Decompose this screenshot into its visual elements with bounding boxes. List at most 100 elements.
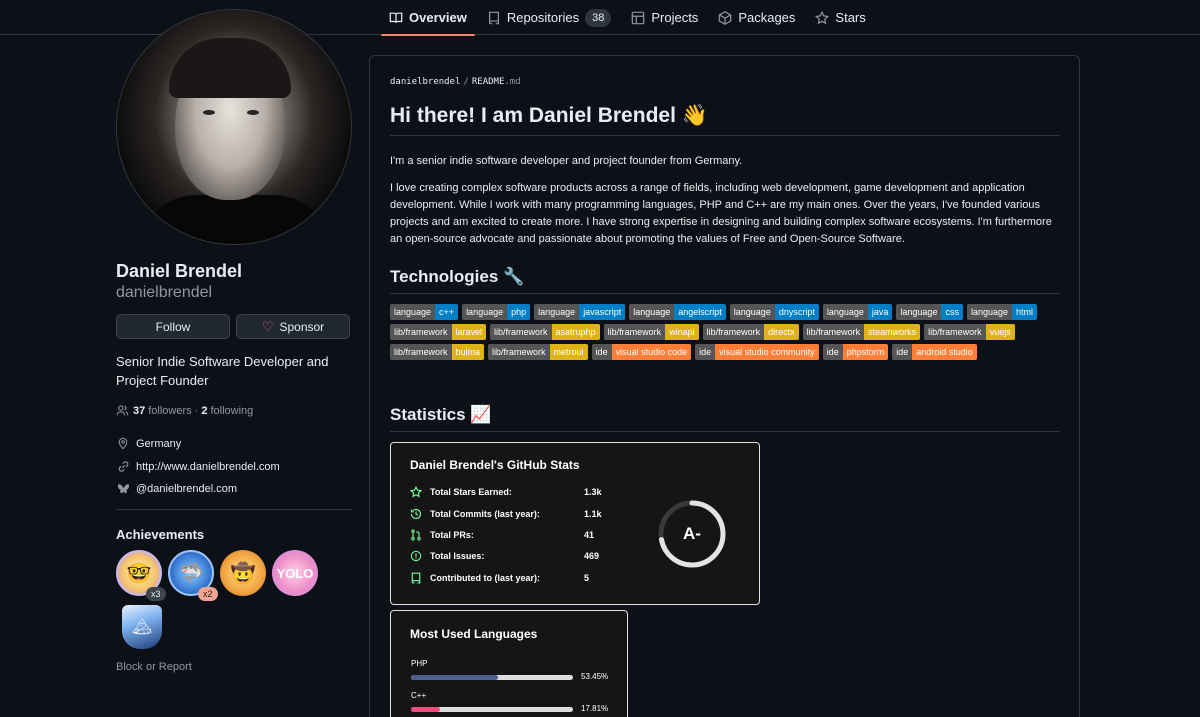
pull-shark-icon: 🤓 xyxy=(126,562,152,585)
stat-row-contributed: Contributed to (last year): 5 xyxy=(410,572,589,584)
breadcrumb-user[interactable]: danielbrendel xyxy=(390,77,460,87)
tech-badge-category: ide xyxy=(695,344,716,360)
statistics-heading: Statistics 📈 xyxy=(390,405,1060,432)
achievement-count: x3 xyxy=(146,587,166,601)
tech-badge-category: language xyxy=(966,304,1012,320)
tech-badge-value: asatruphp xyxy=(551,324,600,340)
tech-badge-value: php xyxy=(507,304,531,320)
tech-badge: lib/framework metroui xyxy=(488,344,588,360)
quickdraw-shark-icon: 🦈 xyxy=(178,562,204,585)
tech-badge-category: language xyxy=(896,304,942,320)
pull-request-icon xyxy=(410,529,424,541)
website-item: http://www.danielbrendel.com xyxy=(116,460,280,473)
table-icon xyxy=(631,11,645,25)
tech-badge-value: html xyxy=(1012,304,1038,320)
stat-row-stars: Total Stars Earned: 1.3k xyxy=(410,486,602,498)
tech-badge-category: ide xyxy=(892,344,913,360)
sponsor-button[interactable]: ♡ Sponsor xyxy=(236,314,350,339)
achievement-yolo[interactable]: YOLO xyxy=(272,550,318,596)
tab-packages-label: Packages xyxy=(738,10,796,25)
tech-badge-category: lib/framework xyxy=(390,344,452,360)
issue-icon xyxy=(410,550,424,562)
stat-value: 469 xyxy=(584,551,600,561)
tech-badge: lib/framework laravel xyxy=(390,324,487,340)
star-icon xyxy=(410,486,424,498)
tech-badge: lib/framework winapi xyxy=(603,324,699,340)
avatar-eye-right xyxy=(247,110,259,115)
tab-projects[interactable]: Projects xyxy=(623,0,706,35)
technologies-heading: Technologies 🔧 xyxy=(390,267,1060,294)
github-stats-card[interactable]: Daniel Brendel's GitHub Stats Total Star… xyxy=(390,442,760,605)
stat-label: Total Stars Earned: xyxy=(430,487,512,497)
follow-button[interactable]: Follow xyxy=(116,314,230,339)
achievement-cowboy[interactable]: 🤠 xyxy=(220,550,266,596)
avatar[interactable] xyxy=(116,9,352,245)
profile-bio: Senior Indie Software Developer and Proj… xyxy=(116,354,329,388)
sponsor-button-label: Sponsor xyxy=(279,319,325,334)
rank-grade: A- xyxy=(683,524,701,543)
tech-badge-category: lib/framework xyxy=(924,324,986,340)
profile-name: Daniel Brendel xyxy=(116,261,243,281)
tech-badge-value: javascript xyxy=(579,304,626,320)
tech-badge-value: bulma xyxy=(451,344,485,360)
achievements-title[interactable]: Achievements xyxy=(116,527,204,542)
stat-label: Total PRs: xyxy=(430,530,474,540)
most-used-languages-card[interactable]: Most Used Languages PHP 53.45% C++ 17.81… xyxy=(390,610,628,717)
tech-badge-value: visual studio community xyxy=(715,344,819,360)
tech-badge: ide visual studio code xyxy=(591,344,692,360)
tech-badge: lib/framework bulma xyxy=(390,344,485,360)
tech-badge: language c++ xyxy=(390,304,459,320)
arctic-vault-icon: 🏔 xyxy=(131,619,153,636)
tech-badge-value: steamworks xyxy=(864,324,921,340)
breadcrumb-file[interactable]: README xyxy=(472,77,505,87)
tab-packages[interactable]: Packages xyxy=(710,0,803,35)
avatar-eye-left xyxy=(203,110,215,115)
cowboy-icon: 🤠 xyxy=(230,562,256,585)
stat-label: Total Commits (last year): xyxy=(430,509,540,519)
readme-breadcrumb: danielbrendel / README.md xyxy=(390,77,521,87)
social-item: @danielbrendel.com xyxy=(116,483,237,495)
stat-label: Contributed to (last year): xyxy=(430,573,541,583)
tech-badge-category: language xyxy=(629,304,675,320)
tech-badge: lib/framework vuejs xyxy=(924,324,1015,340)
tab-repositories-label: Repositories xyxy=(506,10,580,25)
following-count: 2 xyxy=(201,404,208,417)
tech-badge-value: laravel xyxy=(451,324,487,340)
stat-label: Total Issues: xyxy=(430,551,485,561)
tech-badge: language css xyxy=(896,304,963,320)
social-link[interactable]: @danielbrendel.com xyxy=(136,483,237,495)
lang-bar xyxy=(411,707,573,712)
tab-overview[interactable]: Overview xyxy=(381,0,475,36)
following-link[interactable]: 2 following xyxy=(201,405,253,417)
package-icon xyxy=(718,10,732,25)
tab-stars-label: Stars xyxy=(835,10,866,25)
tech-badge: ide phpstorm xyxy=(822,344,889,360)
tech-badge: language php xyxy=(462,304,531,320)
tab-repositories[interactable]: Repositories 38 xyxy=(479,0,620,35)
achievement-arctic-vault[interactable]: 🏔 xyxy=(122,605,162,649)
followers-link[interactable]: 37 followers xyxy=(133,405,192,417)
tab-stars[interactable]: Stars xyxy=(807,0,873,35)
lang-bar-fill xyxy=(411,675,498,680)
stats-title: Daniel Brendel's GitHub Stats xyxy=(410,458,580,472)
lang-percent: 17.81% xyxy=(581,704,609,713)
website-link[interactable]: http://www.danielbrendel.com xyxy=(136,461,280,473)
tech-badge-category: lib/framework xyxy=(390,324,452,340)
history-icon xyxy=(410,508,424,520)
following-label: following xyxy=(210,404,254,417)
tech-badge: language angelscript xyxy=(629,304,726,320)
tech-badge-category: ide xyxy=(822,344,843,360)
breadcrumb-ext: .md xyxy=(504,77,521,87)
tech-badge: ide visual studio community xyxy=(695,344,819,360)
readme-heading: Hi there! I am Daniel Brendel 👋 xyxy=(390,104,1060,136)
location-icon xyxy=(116,437,130,450)
book-icon xyxy=(389,11,403,25)
tech-badge-value: visual studio code xyxy=(611,344,692,360)
bluesky-icon xyxy=(116,483,130,495)
follow-button-label: Follow xyxy=(155,319,191,334)
tech-badge-category: lib/framework xyxy=(490,324,552,340)
repo-icon xyxy=(410,572,424,584)
tech-badge: language java xyxy=(822,304,893,320)
tech-badge-value: dnyscript xyxy=(774,304,819,320)
block-or-report-link[interactable]: Block or Report xyxy=(116,661,192,673)
